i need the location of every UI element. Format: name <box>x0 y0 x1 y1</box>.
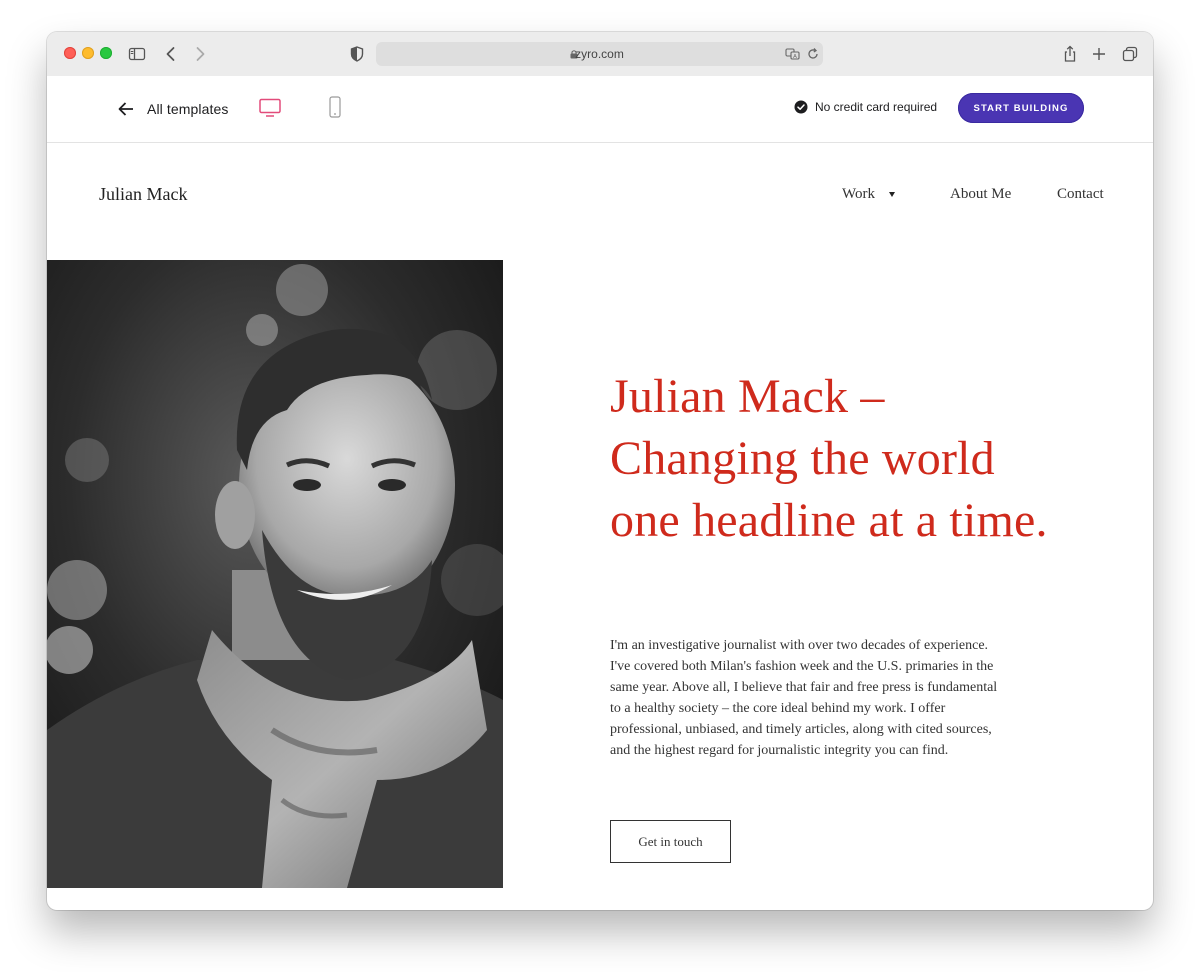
sidebar-icon[interactable] <box>127 44 147 64</box>
arrow-left-icon <box>118 102 133 116</box>
all-templates-link[interactable]: All templates <box>117 96 228 122</box>
intro-line: and the highest regard for journalistic … <box>610 743 949 758</box>
close-window-button[interactable] <box>64 47 76 59</box>
portrait-photo <box>47 260 503 888</box>
portrait-image <box>47 260 503 888</box>
plus-icon[interactable] <box>1089 44 1109 64</box>
nav-item-work[interactable]: Work <box>842 186 875 203</box>
get-in-touch-button[interactable]: Get in touch <box>610 820 731 863</box>
all-templates-label: All templates <box>147 101 229 117</box>
hero-headline: Julian Mack – Changing the world one hea… <box>610 366 1130 552</box>
shield-icon[interactable] <box>347 44 367 64</box>
intro-line: same year. Above all, I believe that fai… <box>610 680 998 695</box>
forward-icon[interactable] <box>190 44 210 64</box>
start-building-button[interactable]: START BUILDING <box>958 93 1084 123</box>
mobile-view-icon[interactable] <box>329 96 341 118</box>
template-preview-bar: All templates No credit card required ST… <box>47 76 1153 143</box>
desktop-view-icon[interactable] <box>259 98 281 118</box>
back-icon[interactable] <box>161 44 181 64</box>
browser-window: zyro.com A All templates No credit card … <box>47 32 1153 910</box>
url-text: zyro.com <box>575 47 624 61</box>
intro-line: I'm an investigative journalist with ove… <box>610 638 989 653</box>
browser-toolbar: zyro.com A <box>47 32 1153 77</box>
headline-line: one headline at a time. <box>610 494 1048 547</box>
share-icon[interactable] <box>1060 44 1080 64</box>
reload-icon[interactable] <box>806 47 820 61</box>
nav-item-about-me[interactable]: About Me <box>950 186 1011 203</box>
zoom-window-button[interactable] <box>100 47 112 59</box>
check-circle-icon <box>794 100 808 114</box>
headline-line: Julian Mack – <box>610 370 885 423</box>
svg-text:A: A <box>793 54 797 60</box>
headline-line: Changing the world <box>610 432 995 485</box>
minimize-window-button[interactable] <box>82 47 94 59</box>
intro-paragraph: I'm an investigative journalist with ove… <box>610 635 1020 761</box>
nav-item-contact[interactable]: Contact <box>1057 186 1104 203</box>
intro-line: professional, unbiased, and timely artic… <box>610 722 992 737</box>
site-logo[interactable]: Julian Mack <box>99 184 187 205</box>
intro-line: to a healthy society – the core ideal be… <box>610 701 946 716</box>
translate-icon[interactable]: A <box>785 47 801 61</box>
no-credit-card-note: No credit card required <box>794 100 937 114</box>
address-bar[interactable]: zyro.com A <box>376 42 823 66</box>
intro-line: I've covered both Milan's fashion week a… <box>610 659 994 674</box>
caret-down-icon[interactable] <box>889 192 895 197</box>
tabs-icon[interactable] <box>1120 44 1140 64</box>
no-credit-card-label: No credit card required <box>815 100 938 114</box>
